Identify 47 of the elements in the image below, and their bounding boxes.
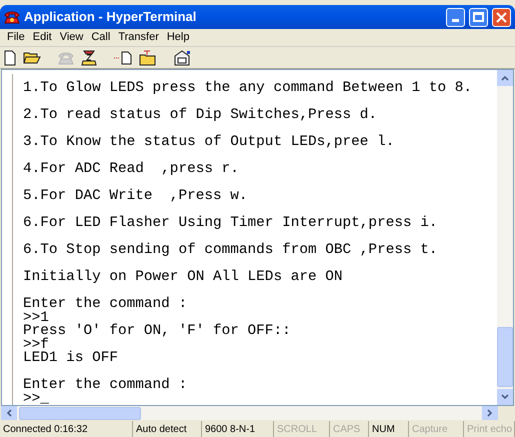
terminal-line: LED1 is OFF — [23, 352, 119, 366]
terminal-line: 2.To read status of Dip Switches,Press d. — [23, 109, 378, 122]
status-field: 9600 8-N-1 — [202, 421, 274, 437]
status-field: NUM — [369, 421, 409, 437]
phone-app-icon — [4, 10, 20, 24]
terminal-line: 5.For DAC Write ,Press w. — [23, 190, 249, 204]
terminal-line: >>1 — [23, 312, 49, 325]
terminal-line: >>_ — [23, 392, 50, 406]
close-icon[interactable] — [496, 12, 507, 22]
horizontal-scrollbar[interactable] — [1, 406, 498, 420]
terminal-line: Press 'O' for ON, 'F' for OFF:: — [23, 325, 292, 338]
scroll-left-icon[interactable] — [6, 409, 12, 417]
status-field: Print echo — [464, 421, 515, 437]
scrollbar-thumb[interactable] — [19, 406, 141, 420]
terminal-line: 6.To Stop sending of commands from OBC ,Press t. — [23, 244, 439, 258]
maximize-button[interactable] — [469, 8, 488, 26]
menu-item[interactable]: File — [3, 29, 29, 46]
terminal-line: >>f — [23, 338, 49, 352]
status-field: CAPS — [330, 421, 369, 437]
minimize-button[interactable] — [446, 8, 465, 26]
status-field: Capture — [409, 421, 464, 437]
receive-file-icon[interactable] — [139, 50, 157, 66]
terminal-line: 6.For LED Flasher Using Timer Interrupt,press i. — [23, 217, 439, 230]
terminal-line: 1.To Glow LEDS press the any command Between 1 to 8. — [23, 82, 472, 96]
new-document-icon[interactable] — [3, 50, 17, 66]
terminal-line: Enter the command : — [23, 379, 188, 392]
scroll-down-icon[interactable] — [501, 394, 509, 400]
terminal-line: Enter the command : — [23, 298, 188, 312]
menu-item[interactable]: Call — [87, 29, 114, 46]
status-field: Auto detect — [133, 421, 202, 437]
scroll-right-icon[interactable] — [487, 409, 493, 417]
menu-item[interactable]: Help — [162, 29, 194, 46]
vertical-scrollbar[interactable] — [497, 70, 513, 405]
menu-item[interactable]: Edit — [28, 29, 56, 46]
send-file-icon[interactable] — [113, 50, 133, 64]
window-title: Application - HyperTerminal — [24, 8, 198, 26]
terminal-line: Initially on Power ON All LEDs are ON — [23, 271, 344, 284]
close-button[interactable] — [492, 8, 511, 26]
status-field: SCROLL — [274, 421, 330, 437]
folder-icon[interactable] — [23, 50, 41, 65]
menu-item[interactable]: Transfer — [114, 29, 163, 46]
scroll-up-icon[interactable] — [501, 75, 509, 81]
terminal-line: 4.For ADC Read ,press r. — [23, 163, 240, 176]
menu-item[interactable]: View — [56, 29, 88, 46]
status-field: Connected 0:16:32 — [0, 421, 133, 437]
terminal-line: 3.To Know the status of Output LEDs,pree l. — [23, 136, 396, 150]
scrollbar-thumb[interactable] — [497, 327, 513, 387]
